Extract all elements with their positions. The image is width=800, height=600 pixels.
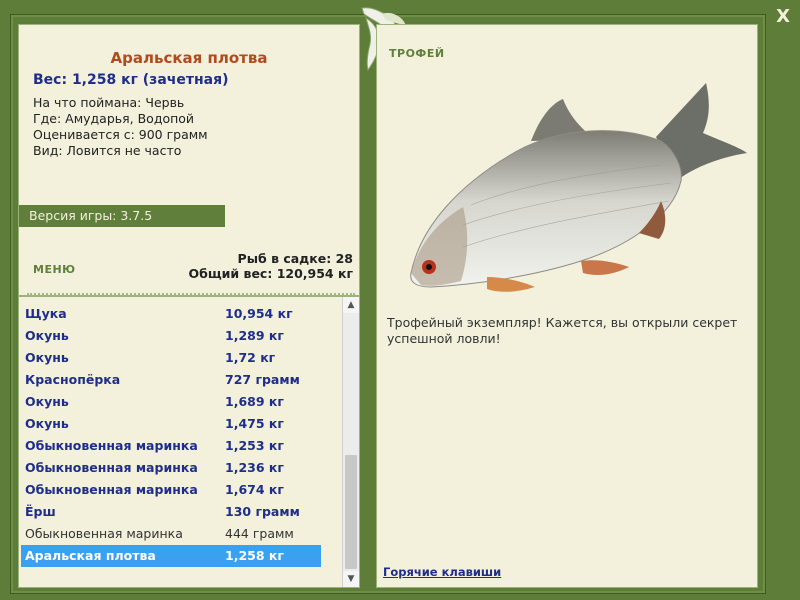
fish-name-cell: Окунь	[25, 328, 69, 343]
list-item[interactable]: Щука 10,954 кг	[21, 303, 321, 325]
fish-weight-cell: 1,253 кг	[225, 438, 284, 453]
fish-weight-cell: 1,674 кг	[225, 482, 284, 497]
fish-weight-cell: 444 грамм	[225, 526, 294, 541]
fish-place: Где: Амударья, Водопой	[33, 111, 195, 126]
fish-name-cell: Обыкновенная маринка	[25, 460, 198, 475]
fish-name-cell: Краснопёрка	[25, 372, 121, 387]
trophy-description: Трофейный экземпляр! Кажется, вы открыли…	[387, 315, 738, 346]
arrow-down-icon[interactable]: ▼	[343, 571, 359, 587]
fish-value: Оценивается с: 900 грамм	[33, 127, 208, 142]
fish-rarity: Вид: Ловится не часто	[33, 143, 182, 158]
catch-list-panel[interactable]: Щука 10,954 кг Окунь 1,289 кг Окунь 1,72 кг Кр…	[18, 296, 360, 588]
fish-name-cell: Окунь	[25, 416, 69, 431]
fish-name-cell: Ёрш	[25, 504, 56, 519]
fish-name-cell: Обыкновенная маринка	[25, 526, 183, 541]
fish-weight: Вес: 1,258 кг (зачетная)	[33, 72, 229, 88]
list-item[interactable]: Краснопёрка 727 грамм	[21, 369, 321, 391]
list-item[interactable]: Аральская плотва 1,258 кг	[21, 545, 321, 567]
list-item[interactable]: Окунь 1,689 кг	[21, 391, 321, 413]
fish-name-cell: Аральская плотва	[25, 548, 156, 563]
fish-name-cell: Обыкновенная маринка	[25, 438, 198, 453]
list-item[interactable]: Ёрш 130 грамм	[21, 501, 321, 523]
fish-weight-cell: 727 грамм	[225, 372, 300, 387]
scrollbar[interactable]: ▲ ▼	[342, 297, 359, 587]
fish-weight-cell: 130 грамм	[225, 504, 300, 519]
close-button[interactable]: X	[776, 6, 790, 27]
scrollbar-thumb[interactable]	[345, 455, 357, 569]
catch-stats: Рыб в садке: 28 Общий вес: 120,954 кг	[189, 251, 354, 281]
fish-count: Рыб в садке: 28	[237, 251, 353, 266]
list-item[interactable]: Обыкновенная маринка 444 грамм	[21, 523, 321, 545]
fish-name-cell: Обыкновенная маринка	[25, 482, 198, 497]
fish-weight-cell: 1,258 кг	[225, 548, 284, 563]
list-item[interactable]: Окунь 1,289 кг	[21, 325, 321, 347]
list-item[interactable]: Обыкновенная маринка 1,236 кг	[21, 457, 321, 479]
catch-list[interactable]: Щука 10,954 кг Окунь 1,289 кг Окунь 1,72 кг Кр…	[19, 297, 343, 587]
fish-weight-cell: 1,689 кг	[225, 394, 284, 409]
fish-info-panel: Аральская плотва Вес: 1,258 кг (зачетная…	[18, 24, 360, 296]
fish-bait: На что поймана: Червь	[33, 95, 185, 110]
menu-button[interactable]: МЕНЮ	[33, 263, 76, 276]
fish-name-cell: Окунь	[25, 394, 69, 409]
fish-name: Аральская плотва	[110, 49, 268, 67]
fish-weight-cell: 1,289 кг	[225, 328, 284, 343]
list-item[interactable]: Окунь 1,475 кг	[21, 413, 321, 435]
list-item[interactable]: Окунь 1,72 кг	[21, 347, 321, 369]
fish-image	[410, 83, 747, 292]
list-item[interactable]: Обыкновенная маринка 1,253 кг	[21, 435, 321, 457]
list-item[interactable]: Обыкновенная маринка 1,674 кг	[21, 479, 321, 501]
fish-weight-cell: 1,72 кг	[225, 350, 276, 365]
fish-weight-cell: 1,236 кг	[225, 460, 284, 475]
trophy-panel: ТРОФЕЙ Трофейный экземпляр! Кажется, вы …	[376, 24, 758, 588]
total-weight: Общий вес: 120,954 кг	[188, 266, 354, 281]
fish-weight-cell: 1,475 кг	[225, 416, 284, 431]
arrow-up-icon[interactable]: ▲	[343, 297, 359, 313]
fish-name-cell: Окунь	[25, 350, 69, 365]
close-icon[interactable]: X	[776, 6, 790, 27]
game-version-bar: Версия игры: 3.7.5	[19, 205, 225, 227]
dotted-divider	[27, 293, 355, 295]
fish-name-cell: Щука	[25, 306, 67, 321]
hotkeys-link[interactable]: Горячие клавиши	[383, 565, 501, 579]
fish-weight-cell: 10,954 кг	[225, 306, 293, 321]
